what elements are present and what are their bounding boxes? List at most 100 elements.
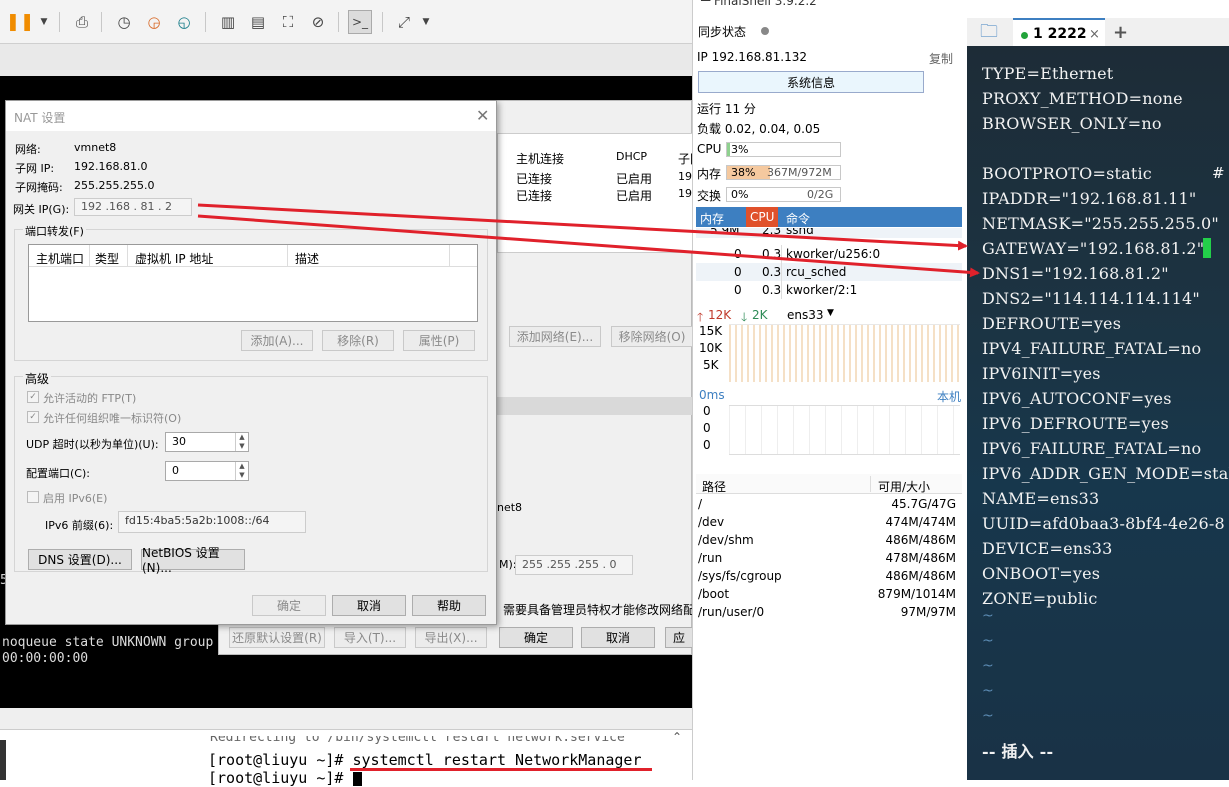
process-mem: 0 xyxy=(734,265,742,279)
disk-size: 474M/474M xyxy=(885,515,956,529)
gateway-ip-field[interactable]: 192 .168 . 81 . 2 xyxy=(74,198,192,216)
empty-line-marker: ~ xyxy=(982,633,994,649)
disk-row[interactable]: / 45.7G/47G xyxy=(696,496,962,514)
column-header[interactable]: 虚拟机 IP 地址 xyxy=(135,250,213,267)
disk-path: /dev/shm xyxy=(698,533,754,547)
table-header: 主机连接 xyxy=(516,152,565,166)
dns-settings-button[interactable]: DNS 设置(D)... xyxy=(28,549,132,570)
enable-ipv6-checkbox[interactable] xyxy=(27,491,39,503)
empty-line-marker: ~ xyxy=(982,683,994,699)
process-row[interactable]: 0 0.3 kworker/2:1 xyxy=(696,281,962,299)
snapshot-icon[interactable]: ◷ xyxy=(114,12,134,32)
ok-button[interactable]: 确定 xyxy=(499,627,573,648)
ipv6-prefix-field[interactable]: fd15:4ba5:5a2b:1008::/64 xyxy=(118,511,306,533)
stretch-dropdown-icon[interactable]: ▼ xyxy=(416,12,436,32)
allow-org-id-label: 允许任何组织唯一标识符(O) xyxy=(43,412,182,425)
new-tab-button[interactable]: + xyxy=(1113,22,1128,43)
column-header[interactable]: 主机端口 xyxy=(36,250,84,267)
process-cpu: 0.3 xyxy=(762,283,782,297)
revert-snapshot-icon[interactable]: ◶ xyxy=(144,12,164,32)
export-button[interactable]: 导出(X)... xyxy=(415,627,487,648)
sysinfo-button[interactable]: 系统信息 xyxy=(698,71,924,93)
close-icon[interactable]: ✕ xyxy=(476,106,489,125)
remove-port-button[interactable]: 移除(R) xyxy=(322,330,394,351)
unity-icon[interactable]: ⊘ xyxy=(308,12,328,32)
ipv6-prefix-label: IPv6 前缀(6): xyxy=(45,519,114,532)
process-row[interactable]: 0 0.3 rcu_sched xyxy=(696,263,962,281)
snapshot-manager-icon[interactable]: ◵ xyxy=(174,12,194,32)
subnet-mask-label: M): xyxy=(499,558,517,571)
column-header[interactable]: 命令 xyxy=(786,210,810,227)
restore-defaults-button[interactable]: 还原默认设置(R) xyxy=(229,627,325,648)
stretch-icon[interactable]: ⤢ xyxy=(394,12,414,32)
spinner-icon[interactable]: ▲ ▼ xyxy=(235,462,248,480)
cancel-button[interactable]: 取消 xyxy=(332,595,406,616)
tab-close-icon[interactable]: × xyxy=(1089,27,1100,42)
network-label: 网络: xyxy=(15,143,41,156)
terminal-line: TYPE=Ethernet xyxy=(982,64,1114,83)
copy-link[interactable]: 复制 xyxy=(929,50,953,67)
add-network-button[interactable]: 添加网络(E)... xyxy=(509,326,601,347)
help-button[interactable]: 帮助 xyxy=(412,595,486,616)
remove-network-button[interactable]: 移除网络(O) xyxy=(611,326,693,347)
uptime: 运行 11 分 xyxy=(697,102,756,116)
admin-note: 需要具备管理员特权才能修改网络配 xyxy=(503,603,696,617)
mem-label: 内存 xyxy=(697,167,722,181)
net-scale: 10K xyxy=(699,341,723,355)
disk-row[interactable]: /sys/fs/cgroup 486M/486M xyxy=(696,568,962,586)
port-properties-button[interactable]: 属性(P) xyxy=(403,330,475,351)
disk-row[interactable]: /run 478M/486M xyxy=(696,550,962,568)
terminal-line: IPV4_FAILURE_FATAL=no xyxy=(982,339,1202,358)
process-cmd: kworker/u256:0 xyxy=(786,247,881,261)
disk-path: /run xyxy=(698,551,723,565)
spinner-icon[interactable]: ▲ ▼ xyxy=(235,433,248,451)
terminal-icon[interactable]: >_ xyxy=(348,10,372,34)
console-line: 00:00:00:00 xyxy=(2,651,89,666)
terminal[interactable]: TYPE=Ethernet PROXY_METHOD=none BROWSER_ON… xyxy=(967,46,1229,780)
apply-button[interactable]: 应 xyxy=(665,627,693,648)
dropdown-icon[interactable]: ▼ xyxy=(34,12,54,32)
column-header[interactable]: 内存 xyxy=(700,210,724,227)
nat-settings-dialog: NAT 设置 ✕ 网络: vmnet8 子网 IP: 192.168.81.0 … xyxy=(5,100,497,625)
sidebar-icon[interactable]: ▥ xyxy=(218,12,238,32)
table-cell: 已连接 xyxy=(516,189,553,203)
disk-row[interactable]: /dev/shm 486M/486M xyxy=(696,532,962,550)
collapse-icon[interactable]: ⌃ xyxy=(672,730,692,744)
column-header[interactable]: 描述 xyxy=(295,250,319,267)
terminal-line: UUID=afd0baa3-8bf4-4e26-8 xyxy=(982,514,1225,533)
add-port-button[interactable]: 添加(A)... xyxy=(241,330,313,351)
process-row[interactable]: 0 0.3 kworker/u256:0 xyxy=(696,245,962,263)
column-header[interactable]: 路径 xyxy=(702,478,726,495)
allow-ftp-checkbox[interactable]: ✓ xyxy=(27,391,39,403)
comment-hash: # xyxy=(1212,164,1225,182)
port-forward-group: 端口转发(F) 主机端口 类型 虚拟机 IP 地址 描述 添加(A)... 移除… xyxy=(14,223,488,361)
cancel-button[interactable]: 取消 xyxy=(581,627,655,648)
process-row[interactable]: 5.9M 2.3 sshd xyxy=(696,228,962,238)
subnet-mask-field[interactable]: 255 .255 .255 . 0 xyxy=(515,555,633,575)
fullscreen-icon[interactable]: ⛶ xyxy=(278,12,298,32)
column-header[interactable]: CPU xyxy=(750,210,774,224)
import-button[interactable]: 导入(T)... xyxy=(334,627,406,648)
port-forward-table[interactable]: 主机端口 类型 虚拟机 IP 地址 描述 xyxy=(28,244,478,322)
net-iface[interactable]: ens33 xyxy=(787,308,824,322)
disk-row[interactable]: /boot 879M/1014M xyxy=(696,586,962,604)
disk-row[interactable]: /run/user/0 97M/97M xyxy=(696,604,962,622)
latency-scale: 0 xyxy=(703,438,711,452)
column-header[interactable]: 类型 xyxy=(95,250,119,267)
process-cpu: 2.3 xyxy=(762,228,782,237)
pause-icon[interactable]: ❚❚ xyxy=(6,12,35,32)
disk-size: 486M/486M xyxy=(885,533,956,547)
terminal-line: DNS2="114.114.114.114" xyxy=(982,289,1200,308)
disk-row[interactable]: /dev 474M/474M xyxy=(696,514,962,532)
cpu-value: 3% xyxy=(731,143,749,156)
column-header[interactable]: 可用/大小 xyxy=(878,478,930,495)
disk-size: 486M/486M xyxy=(885,569,956,583)
terminal-line: PROXY_METHOD=none xyxy=(982,89,1183,108)
chevron-down-icon[interactable]: ▼ xyxy=(827,308,834,318)
netbios-settings-button[interactable]: NetBIOS 设置(N)... xyxy=(141,546,245,575)
console-view-icon[interactable]: ▤ xyxy=(248,12,268,32)
allow-org-id-checkbox[interactable]: ✓ xyxy=(27,411,39,423)
latency-label: 0ms xyxy=(699,388,725,402)
ok-button[interactable]: 确定 xyxy=(252,595,326,616)
send-keys-icon[interactable]: ⎙ xyxy=(72,12,92,32)
